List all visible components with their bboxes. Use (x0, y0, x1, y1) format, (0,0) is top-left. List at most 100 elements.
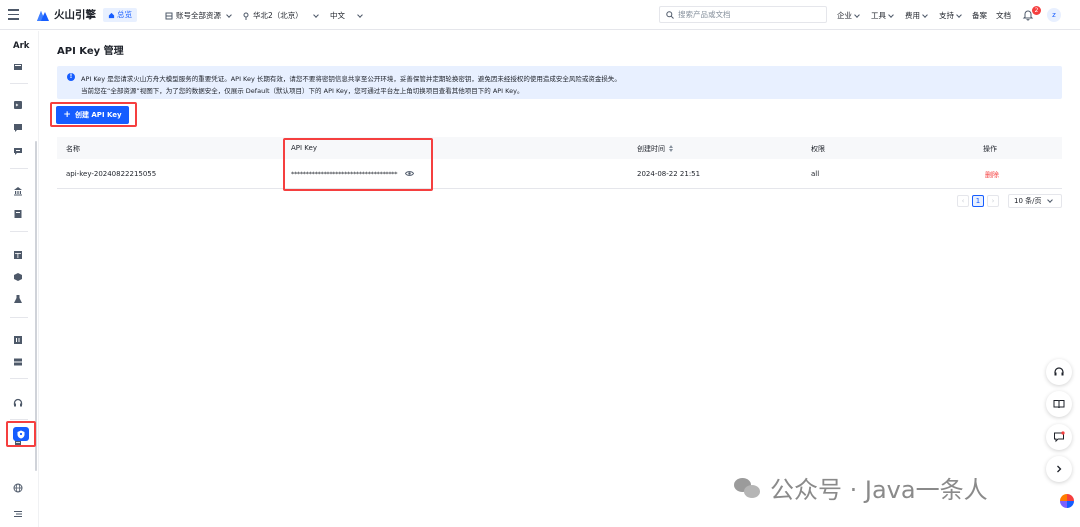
sidebar: Ark (0, 31, 39, 527)
volcengine-logo[interactable]: 火山引擎 (36, 7, 96, 22)
expand-float-button[interactable] (1046, 456, 1072, 482)
column-name: 名称 (66, 145, 80, 153)
support-menu[interactable]: 支持 (939, 10, 962, 21)
page-size-select[interactable]: 10 条/页 (1008, 194, 1062, 208)
terminal-icon[interactable] (12, 99, 24, 111)
notification-badge: 2 (1032, 6, 1041, 15)
headset-icon[interactable] (12, 397, 24, 409)
table-row: api-key-20240822215055 *****************… (57, 159, 1062, 189)
chat-icon[interactable] (12, 122, 24, 134)
search-input[interactable] (678, 10, 818, 19)
chevron-down-icon (226, 11, 232, 18)
chevron-down-icon (1046, 197, 1053, 203)
search-box[interactable] (659, 6, 827, 23)
globe-icon[interactable] (12, 482, 24, 494)
docs-label: 文档 (996, 11, 1011, 20)
open-book-icon (1053, 400, 1065, 409)
filing-link[interactable]: 备案 (972, 10, 987, 21)
pagination: ‹ 1 › (957, 195, 999, 207)
logo-text: 火山引擎 (54, 9, 96, 21)
create-api-key-button[interactable]: + 创建 API Key (56, 106, 129, 124)
table-header: 名称 API Key 创建时间 权限 操作 (57, 137, 1062, 159)
tools-menu[interactable]: 工具 (871, 10, 894, 21)
chevron-down-icon (922, 11, 928, 18)
column-actions: 操作 (983, 145, 997, 153)
page-size-label: 10 条/页 (1014, 197, 1042, 205)
cube-icon[interactable] (12, 271, 24, 283)
docs-float-button[interactable] (1046, 391, 1072, 417)
next-page-button[interactable]: › (987, 195, 999, 207)
console-icon[interactable] (12, 61, 24, 73)
alert-line-2: 当前您在“全部资源”视图下，为了您的数据安全，仅展示 Default（默认项目）… (81, 87, 524, 95)
cell-name: api-key-20240822215055 (66, 170, 157, 178)
chevron-right-icon (1057, 465, 1062, 473)
info-icon: ! (67, 73, 75, 81)
message-icon (1054, 431, 1065, 443)
delete-link[interactable]: 删除 (985, 170, 999, 180)
page-title: API Key 管理 (57, 46, 124, 57)
volcano-logo-icon (37, 10, 49, 21)
chevron-down-icon (312, 11, 319, 18)
info-alert: ! API Key 是您请求火山方舟大模型服务的重要凭证。API Key 长期有… (57, 66, 1062, 99)
wechat-icon (734, 476, 762, 500)
filing-label: 备案 (972, 11, 987, 20)
page-number-button[interactable]: 1 (972, 195, 984, 207)
server-icon[interactable] (12, 356, 24, 368)
account-dropdown[interactable]: 账号全部资源 (165, 10, 232, 21)
location-icon (243, 12, 249, 20)
search-icon (666, 10, 674, 19)
billing-menu[interactable]: 费用 (905, 10, 928, 21)
assistant-logo-icon[interactable] (1060, 494, 1074, 508)
enterprise-menu[interactable]: 企业 (837, 10, 860, 21)
region-dropdown-label: 华北2（北京） (253, 11, 303, 20)
top-navigation-bar: 火山引擎 总览 账号全部资源 华北2（北京） 中文 企业 工具 费用 支持 备案… (0, 0, 1080, 30)
book-icon[interactable] (12, 208, 24, 220)
sidebar-divider (10, 317, 28, 318)
enterprise-label: 企业 (837, 11, 852, 20)
column-created-time[interactable]: 创建时间 (637, 144, 674, 154)
shield-key-icon[interactable] (13, 427, 29, 441)
plus-icon: + (63, 109, 71, 120)
feedback-float-button[interactable] (1046, 359, 1072, 385)
stack-icon[interactable] (12, 334, 24, 346)
sidebar-divider (10, 231, 28, 232)
create-api-key-label: 创建 API Key (74, 111, 122, 119)
home-label: 总览 (117, 10, 132, 19)
sidebar-item-api-key-highlight[interactable] (6, 421, 36, 447)
settings-list-icon[interactable] (12, 508, 24, 520)
docs-link[interactable]: 文档 (996, 10, 1011, 21)
menu-icon[interactable] (8, 9, 19, 20)
language-dropdown-label: 中文 (330, 11, 345, 20)
language-dropdown[interactable]: 中文 (330, 10, 363, 21)
chevron-down-icon (888, 11, 894, 18)
chevron-down-icon (956, 11, 962, 18)
home-icon (108, 12, 115, 18)
cell-created-time: 2024-08-22 21:51 (637, 170, 701, 178)
sidebar-divider (10, 378, 28, 379)
table-icon[interactable] (12, 249, 24, 261)
sidebar-divider (10, 83, 28, 84)
flask-icon[interactable] (12, 293, 24, 305)
bank-icon[interactable] (12, 185, 24, 197)
column-created-time-label: 创建时间 (637, 145, 665, 153)
region-dropdown[interactable]: 华北2（北京） (242, 10, 319, 21)
home-button[interactable]: 总览 (103, 8, 137, 22)
cell-permission: all (811, 170, 820, 178)
chevron-down-icon (357, 11, 363, 18)
watermark-text: 公众号 · Java一条人 (770, 476, 988, 504)
message-icon[interactable] (12, 145, 24, 157)
avatar[interactable]: z (1047, 8, 1061, 22)
headset-icon (1054, 367, 1064, 376)
wechat-watermark: 公众号 · Java一条人 (734, 470, 988, 505)
support-label: 支持 (939, 11, 954, 20)
message-float-button[interactable] (1046, 424, 1072, 450)
sidebar-title: Ark (13, 41, 30, 51)
account-dropdown-label: 账号全部资源 (176, 11, 221, 20)
column-permission: 权限 (811, 145, 825, 153)
sort-icon[interactable] (668, 145, 674, 153)
tools-label: 工具 (871, 11, 886, 20)
sidebar-divider (10, 419, 28, 420)
prev-page-button[interactable]: ‹ (957, 195, 969, 207)
sidebar-divider (10, 168, 28, 169)
chevron-down-icon (854, 11, 860, 18)
